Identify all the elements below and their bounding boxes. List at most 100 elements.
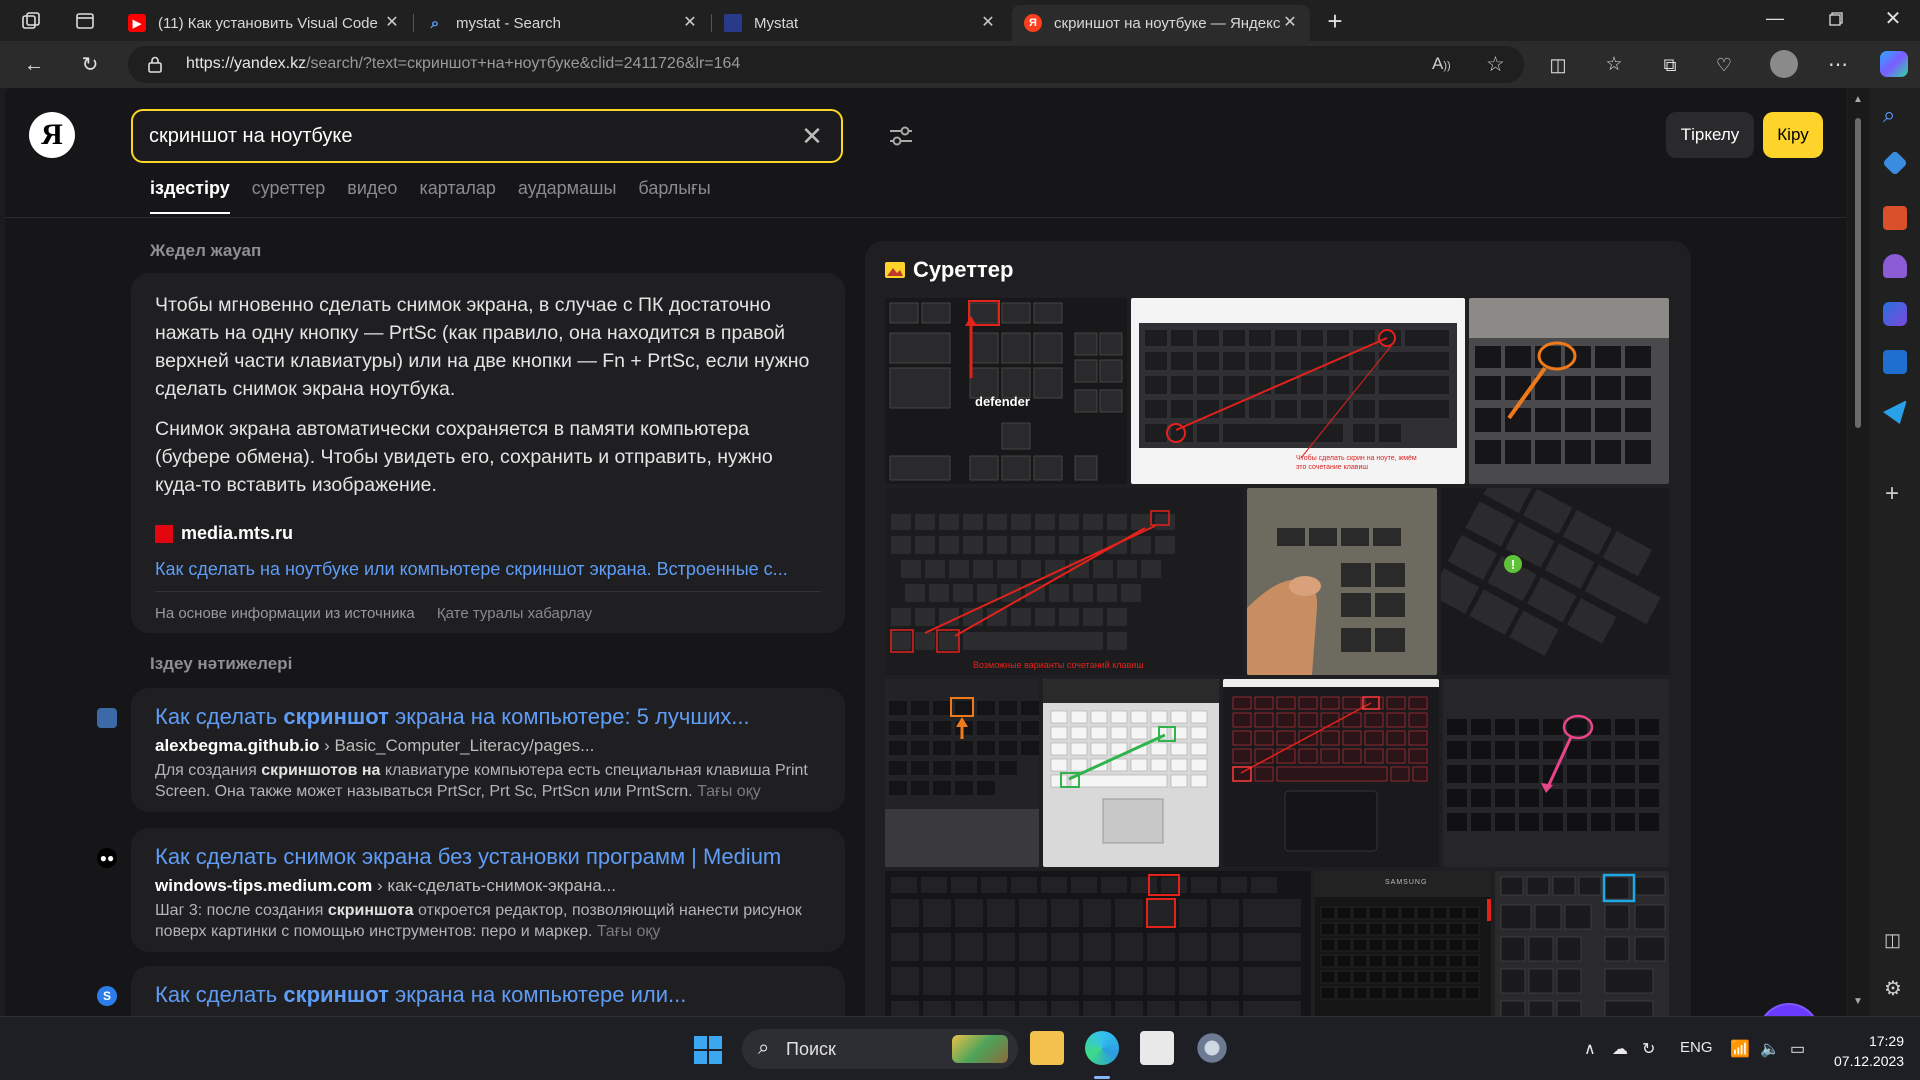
input-language[interactable]: ENG: [1680, 1039, 1713, 1056]
collections-icon[interactable]: ⧉: [1654, 49, 1686, 81]
reload-button[interactable]: ↻: [74, 49, 106, 81]
image-thumbnail[interactable]: Возможные варианты сочетаний клавиш: [885, 488, 1243, 675]
clock[interactable]: 17:29 07.12.2023: [1834, 1031, 1904, 1071]
taskbar-search[interactable]: ⌕ Поиск: [742, 1029, 1018, 1069]
close-tab-icon[interactable]: ✕: [1280, 13, 1300, 33]
tools-briefcase-icon[interactable]: [1883, 206, 1907, 230]
more-menu-icon[interactable]: ⋯: [1822, 49, 1854, 81]
source-link[interactable]: Как сделать на ноутбуке или компьютере с…: [155, 559, 821, 580]
image-thumbnail[interactable]: [885, 871, 1311, 1016]
page-scrollbar[interactable]: ▲ ▼: [1848, 88, 1868, 1016]
tab-mystat[interactable]: Mystat ✕: [712, 5, 1008, 41]
settings-gear-icon[interactable]: [1195, 1031, 1229, 1065]
image-thumbnail[interactable]: [1443, 679, 1669, 867]
show-hidden-icons-icon[interactable]: ∧: [1584, 1039, 1596, 1059]
result-title[interactable]: Как сделать скриншот экрана на компьютер…: [155, 704, 750, 730]
new-tab-button[interactable]: +: [1320, 6, 1350, 36]
result-title[interactable]: Как сделать скриншот экрана на компьютер…: [155, 982, 686, 1008]
address-bar[interactable]: https://yandex.kz/search/?text=скриншот+…: [128, 46, 1524, 83]
profile-avatar[interactable]: [1770, 50, 1798, 78]
result-url[interactable]: windows-tips.medium.com › как-сделать-сн…: [155, 876, 616, 896]
login-button[interactable]: Кіру: [1763, 112, 1823, 158]
tab-video[interactable]: видео: [347, 178, 397, 214]
browser-essentials-icon[interactable]: ♡: [1708, 49, 1740, 81]
sidebar-settings-icon[interactable]: ⚙: [1884, 976, 1902, 1001]
image-thumbnail[interactable]: [1223, 679, 1439, 867]
image-thumbnail[interactable]: [885, 679, 1039, 867]
favorites-icon[interactable]: ☆: [1598, 49, 1630, 81]
tab-all[interactable]: барлығы: [638, 178, 710, 214]
clear-search-icon[interactable]: ✕: [797, 121, 827, 151]
images-heading[interactable]: Суреттер: [885, 257, 1013, 283]
image-thumbnail[interactable]: [1495, 871, 1669, 1016]
read-aloud-icon[interactable]: A)): [1432, 54, 1451, 74]
mystat-icon: [724, 14, 742, 32]
volume-icon[interactable]: 🔈: [1760, 1039, 1780, 1059]
microsoft-store-icon[interactable]: [1140, 1031, 1174, 1065]
search-icon[interactable]: ⌕: [1883, 102, 1895, 128]
search-result[interactable]: Как сделать снимок экрана без установки …: [131, 828, 845, 952]
send-icon[interactable]: [1883, 400, 1907, 424]
outlook-icon[interactable]: [1883, 350, 1907, 374]
workspaces-icon[interactable]: [20, 10, 42, 32]
close-window-button[interactable]: ✕: [1878, 6, 1908, 34]
games-icon[interactable]: [1883, 254, 1907, 278]
tab-maps[interactable]: карталар: [419, 178, 495, 214]
search-highlight-icon: [952, 1035, 1008, 1063]
tab-search[interactable]: іздестіру: [150, 178, 230, 214]
scroll-down-arrow-icon[interactable]: ▼: [1853, 996, 1863, 1007]
search-result[interactable]: Как сделать скриншот экрана на компьютер…: [131, 966, 845, 1016]
tab-yandex[interactable]: Я скриншот на ноутбуке — Яндекс ✕: [1012, 5, 1310, 41]
battery-icon[interactable]: ▭: [1790, 1039, 1805, 1059]
tab-title: mystat - Search: [456, 14, 562, 32]
close-tab-icon[interactable]: ✕: [382, 13, 402, 33]
read-more-link[interactable]: Тағы оқу: [697, 783, 761, 800]
alice-assistant-button[interactable]: [1760, 1005, 1818, 1016]
sync-icon[interactable]: ↻: [1642, 1039, 1655, 1059]
scrollbar-thumb[interactable]: [1855, 118, 1861, 428]
result-title[interactable]: Как сделать снимок экрана без установки …: [155, 844, 781, 870]
image-thumbnail[interactable]: defender: [885, 298, 1127, 484]
back-button[interactable]: ←: [18, 49, 50, 81]
tab-translator[interactable]: аудармашы: [518, 178, 617, 214]
read-more-link[interactable]: Тағы оқу: [597, 923, 661, 940]
add-sidebar-app-icon[interactable]: +: [1885, 480, 1899, 508]
shopping-tag-icon[interactable]: [1882, 150, 1908, 176]
source-domain: media.mts.ru: [181, 523, 294, 543]
register-button[interactable]: Тіркелу: [1666, 112, 1754, 158]
search-input[interactable]: скриншот на ноутбуке ✕: [131, 109, 843, 163]
file-explorer-icon[interactable]: [1030, 1031, 1064, 1065]
image-thumbnail[interactable]: SAMSUNG: [1315, 871, 1491, 1016]
result-url[interactable]: alexbegma.github.io › Basic_Computer_Lit…: [155, 736, 594, 756]
tab-youtube[interactable]: ▶ (11) Как установить Visual Code ✕: [116, 5, 412, 41]
close-tab-icon[interactable]: ✕: [680, 13, 700, 33]
hide-sidebar-icon[interactable]: ◫: [1884, 930, 1901, 951]
image-thumbnail[interactable]: [1043, 679, 1219, 867]
tab-images[interactable]: суреттер: [252, 178, 326, 214]
minimize-button[interactable]: —: [1760, 8, 1790, 32]
wifi-icon[interactable]: 📶: [1730, 1039, 1750, 1059]
scroll-up-arrow-icon[interactable]: ▲: [1853, 94, 1863, 105]
image-thumbnail[interactable]: [1247, 488, 1437, 675]
tab-actions-icon[interactable]: [74, 10, 96, 32]
report-error-link[interactable]: Қате туралы хабарлау: [437, 605, 592, 622]
filters-icon[interactable]: [885, 120, 917, 152]
copilot-icon[interactable]: [1880, 51, 1908, 77]
windows-start-icon[interactable]: [693, 1035, 723, 1065]
result-title-text: Как сделать: [155, 704, 284, 729]
microsoft-365-icon[interactable]: [1883, 302, 1907, 326]
split-screen-icon[interactable]: ◫: [1542, 49, 1574, 81]
edge-browser-icon[interactable]: [1085, 1031, 1119, 1065]
maximize-button[interactable]: [1820, 8, 1850, 32]
image-thumbnail[interactable]: !: [1441, 488, 1669, 675]
search-result[interactable]: Как сделать скриншот экрана на компьютер…: [131, 688, 845, 812]
close-tab-icon[interactable]: ✕: [978, 13, 998, 33]
favorite-star-icon[interactable]: ☆: [1486, 52, 1505, 77]
image-thumbnail[interactable]: Чтобы сделать скрин на ноуте, жмём это с…: [1131, 298, 1465, 484]
image-thumbnail[interactable]: [1469, 298, 1669, 484]
onedrive-icon[interactable]: ☁: [1612, 1039, 1628, 1059]
quick-answer-source[interactable]: media.mts.ru: [155, 523, 293, 544]
result-snippet: Для создания скриншотов на клавиатуре ко…: [155, 760, 821, 802]
tab-mystat-search[interactable]: ⌕ mystat - Search ✕: [414, 5, 710, 41]
yandex-logo[interactable]: Я: [29, 112, 75, 158]
